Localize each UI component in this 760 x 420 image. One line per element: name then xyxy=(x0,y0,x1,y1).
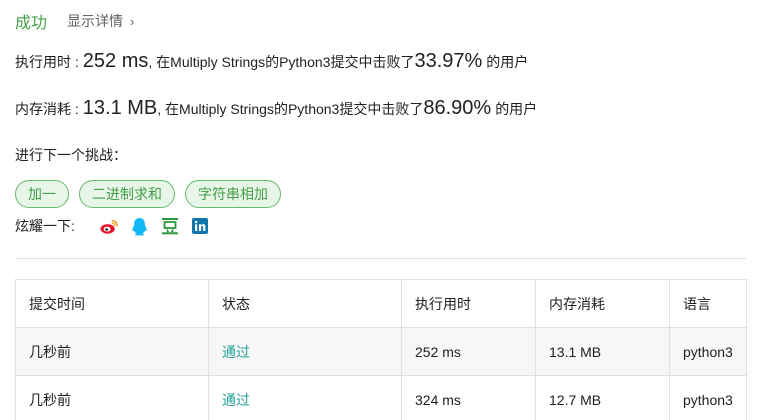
runtime-stat: 执行用时 : 252 ms , 在Multiply Strings的Python… xyxy=(15,50,528,73)
cell-submit-time: 几秒前 xyxy=(15,375,209,420)
share-icons xyxy=(100,217,209,236)
challenge-tag[interactable]: 字符串相加 xyxy=(185,180,281,208)
cell-memory: 12.7 MB xyxy=(535,375,670,420)
header-memory: 内存消耗 xyxy=(535,279,670,328)
table-row: 几秒前 通过 324 ms 12.7 MB python3 xyxy=(15,375,747,420)
challenge-tag[interactable]: 二进制求和 xyxy=(79,180,175,208)
cell-status: 通过 xyxy=(208,327,402,376)
challenge-tag[interactable]: 加一 xyxy=(15,180,69,208)
memory-value: 13.1 MB xyxy=(82,97,158,119)
next-challenge-tags: 加一 二进制求和 字符串相加 xyxy=(15,180,281,208)
table-header-row: 提交时间 状态 执行用时 内存消耗 语言 xyxy=(15,279,747,328)
share-row: 炫耀一下: xyxy=(15,216,209,236)
memory-label: 内存消耗 : xyxy=(15,101,79,117)
submissions-table: 提交时间 状态 执行用时 内存消耗 语言 几秒前 通过 252 ms 13.1 … xyxy=(15,279,747,420)
cell-language: python3 xyxy=(669,327,747,376)
submission-status: 成功 xyxy=(15,15,48,32)
runtime-suffix: 的用户 xyxy=(486,54,529,70)
memory-prefix: , 在Multiply Strings的Python3提交中击败了 xyxy=(157,101,424,117)
memory-suffix: 的用户 xyxy=(495,101,538,117)
divider xyxy=(15,258,746,259)
runtime-percent: 33.97% xyxy=(414,50,483,72)
runtime-prefix: , 在Multiply Strings的Python3提交中击败了 xyxy=(148,54,415,70)
status-link[interactable]: 通过 xyxy=(222,344,250,360)
cell-runtime: 252 ms xyxy=(401,327,536,376)
header-status: 状态 xyxy=(208,279,402,328)
runtime-value: 252 ms xyxy=(82,50,149,72)
linkedin-icon[interactable] xyxy=(190,217,209,236)
show-details-label: 显示详情 xyxy=(67,13,124,29)
header-runtime: 执行用时 xyxy=(401,279,536,328)
chevron-right-icon: › xyxy=(130,13,135,29)
runtime-label: 执行用时 : xyxy=(15,54,79,70)
cell-submit-time: 几秒前 xyxy=(15,327,209,376)
header-language: 语言 xyxy=(669,279,747,328)
result-header: 成功 显示详情 › xyxy=(15,9,134,33)
share-label: 炫耀一下: xyxy=(15,218,75,234)
cell-memory: 13.1 MB xyxy=(535,327,670,376)
cell-runtime: 324 ms xyxy=(401,375,536,420)
table-row: 几秒前 通过 252 ms 13.1 MB python3 xyxy=(15,327,747,376)
status-link[interactable]: 通过 xyxy=(222,392,250,408)
header-submit-time: 提交时间 xyxy=(15,279,209,328)
next-challenge-title: 进行下一个挑战： xyxy=(15,147,127,163)
cell-language: python3 xyxy=(669,375,747,420)
douban-icon[interactable] xyxy=(160,217,179,236)
memory-percent: 86.90% xyxy=(423,97,492,119)
show-details-link[interactable]: 显示详情 › xyxy=(67,11,134,31)
cell-status: 通过 xyxy=(208,375,402,420)
memory-stat: 内存消耗 : 13.1 MB , 在Multiply Strings的Pytho… xyxy=(15,97,537,120)
weibo-icon[interactable] xyxy=(100,217,119,236)
qq-icon[interactable] xyxy=(130,217,149,236)
